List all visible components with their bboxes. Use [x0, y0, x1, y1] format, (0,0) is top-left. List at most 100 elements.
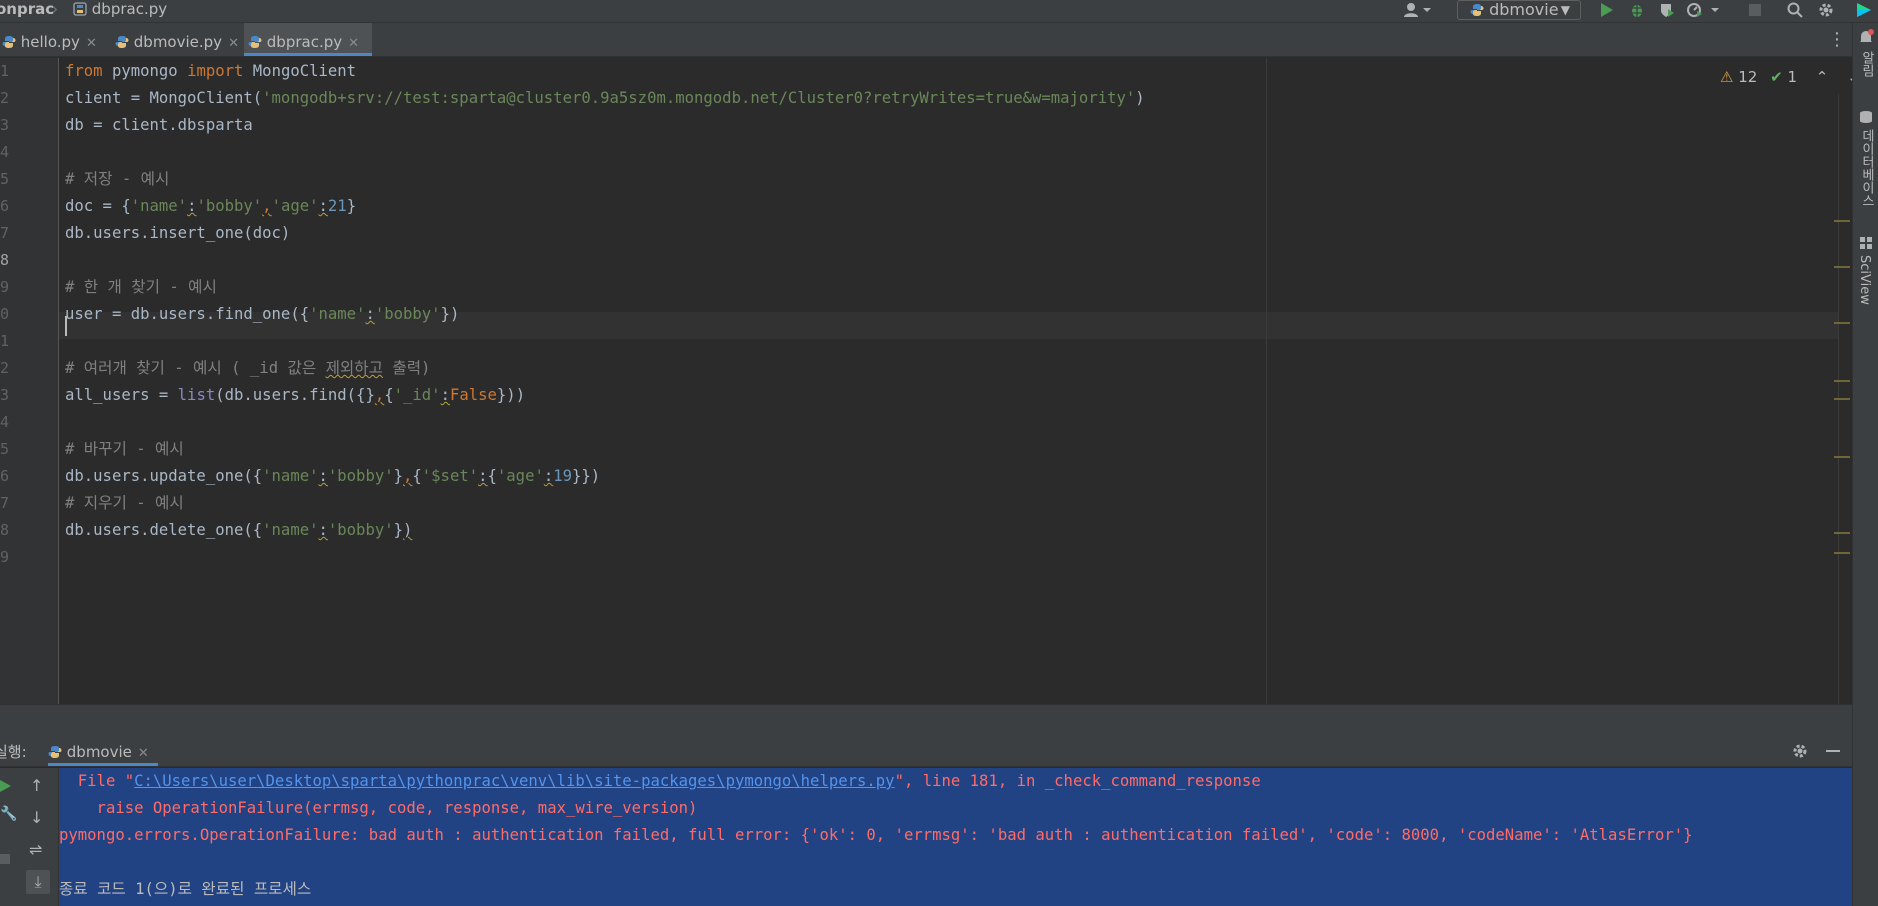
scroll-up-icon[interactable]: ↑	[30, 776, 43, 795]
navigation-bar: onprac › dbprac.py dbmovie ▼	[0, 0, 1878, 23]
line-number: 2	[0, 359, 10, 377]
console-line-1: File "C:\Users\user\Desktop\sparta\pytho…	[59, 772, 1261, 790]
line-number: 7	[0, 224, 10, 242]
search-button[interactable]	[1783, 0, 1807, 20]
error-stripe-marker[interactable]	[1834, 552, 1850, 554]
wrench-icon[interactable]: 🔧	[0, 806, 17, 822]
tab-label: dbmovie.py	[133, 33, 223, 51]
database-icon	[1859, 109, 1873, 128]
line-number: 8	[0, 521, 10, 539]
tab-hello-py[interactable]: hello.py ✕	[0, 23, 104, 56]
breadcrumb-file-label: dbprac.py	[91, 0, 168, 18]
line-number: 4	[0, 143, 10, 161]
rerun-button[interactable]	[0, 778, 12, 797]
error-stripe-marker[interactable]	[1834, 532, 1850, 534]
scroll-down-icon[interactable]: ↓	[30, 808, 43, 827]
debug-button[interactable]	[1625, 0, 1649, 20]
logo-icon	[1857, 3, 1871, 17]
code-editor[interactable]: 1 2 3 4 5 6 7 8 9 0 1 2 3 4 5 6 7 8 9 fr…	[0, 58, 1860, 704]
stop-button[interactable]	[1743, 0, 1767, 20]
code-line-19: db.users.delete_one({'name':'bobby'})	[65, 521, 413, 539]
tab-dbprac-py[interactable]: dbprac.py ✕	[244, 23, 372, 56]
run-button[interactable]	[1595, 0, 1619, 20]
run-panel-settings-button[interactable]	[1792, 743, 1808, 763]
run-tab-dbmovie[interactable]: dbmovie ✕	[48, 737, 158, 766]
code-line-13: all_users = list(db.users.find({},{'_id'…	[65, 386, 526, 404]
error-stripe-marker[interactable]	[1834, 398, 1850, 400]
tab-dbmovie-py[interactable]: dbmovie.py ✕	[112, 23, 240, 56]
code-line-10: user = db.users.find_one({'name':'bobby'…	[65, 305, 460, 323]
line-number-gutter: 1 2 3 4 5 6 7 8 9 0 1 2 3 4 5 6 7 8 9	[0, 58, 59, 704]
python-icon	[48, 746, 62, 758]
jetbrains-logo-button[interactable]	[1852, 0, 1876, 20]
python-file-icon	[2, 36, 16, 48]
close-icon[interactable]: ✕	[228, 36, 239, 51]
python-file-icon	[248, 36, 262, 48]
notifications-button[interactable]	[1858, 29, 1874, 49]
stop-icon[interactable]	[0, 854, 10, 864]
breadcrumb-project[interactable]: onprac	[0, 0, 54, 22]
line-number-current: 8	[0, 251, 10, 269]
bell-icon	[1860, 29, 1874, 42]
line-number: 5	[0, 440, 10, 458]
traceback-file-link[interactable]: C:\Users\user\Desktop\sparta\pythonprac\…	[134, 772, 894, 790]
database-panel-label[interactable]: 데이터베이스	[1857, 129, 1876, 207]
console-output[interactable]: File "C:\Users\user\Desktop\sparta\pytho…	[59, 768, 1852, 906]
scroll-to-end-icon[interactable]: ⤓	[26, 870, 50, 894]
console-line-exit: 종료 코드 1(으)로 완료된 프로세스	[59, 880, 312, 898]
coverage-button[interactable]	[1655, 0, 1679, 20]
more-tabs-icon[interactable]: ⋮	[1828, 29, 1846, 50]
line-number: 6	[0, 467, 10, 485]
shield-run-icon	[1661, 4, 1674, 17]
python-icon	[1470, 4, 1484, 16]
line-number: 3	[0, 116, 10, 134]
tab-label: dbprac.py	[266, 33, 343, 51]
warning-icon: ⚠	[1720, 68, 1734, 86]
line-number: 2	[0, 89, 10, 107]
profiler-icon	[1687, 3, 1719, 17]
line-number: 7	[0, 494, 10, 512]
panel-splitter[interactable]	[0, 704, 1852, 737]
right-tool-strip: 알림 데이터베이스 SciView	[1852, 23, 1878, 906]
sciview-panel-label[interactable]: SciView	[1857, 255, 1872, 305]
warning-count: 12	[1738, 68, 1758, 86]
gear-icon	[1793, 744, 1807, 758]
profile-button[interactable]	[1685, 0, 1725, 20]
error-stripe-marker[interactable]	[1834, 456, 1850, 458]
line-number: 9	[0, 278, 10, 296]
inspection-widget[interactable]: ⚠ 12 ✔ 1 ⌃ ⌄	[1720, 68, 1860, 88]
error-stripe-marker[interactable]	[1834, 220, 1850, 222]
breadcrumb-file[interactable]: dbprac.py	[73, 0, 167, 22]
run-configuration-selector[interactable]: dbmovie ▼	[1457, 0, 1581, 20]
run-icon	[0, 780, 11, 792]
line-number: 1	[0, 332, 10, 350]
code-line-3: db = client.dbsparta	[65, 116, 253, 134]
code-line-1: from pymongo import MongoClient	[65, 62, 357, 80]
previous-highlight-icon[interactable]: ⌃	[1816, 68, 1829, 86]
user-account-button[interactable]	[1402, 0, 1434, 20]
check-icon: ✔	[1770, 68, 1783, 86]
error-stripe-marker[interactable]	[1834, 322, 1850, 324]
console-line-3: pymongo.errors.OperationFailure: bad aut…	[59, 826, 1693, 844]
run-panel-header: 실행: dbmovie ✕	[0, 737, 1852, 767]
close-icon[interactable]: ✕	[348, 36, 359, 51]
minimize-icon[interactable]	[1826, 750, 1840, 752]
error-stripe-marker[interactable]	[1834, 266, 1850, 268]
line-number: 6	[0, 197, 10, 215]
run-tab-label: dbmovie	[66, 743, 132, 761]
close-icon[interactable]: ✕	[138, 746, 149, 761]
run-icon	[1601, 3, 1613, 17]
breadcrumb-separator: ›	[52, 0, 58, 18]
run-panel-label: 실행:	[0, 743, 27, 761]
close-icon[interactable]: ✕	[86, 36, 97, 51]
settings-button[interactable]	[1814, 0, 1838, 20]
code-line-15: # 바꾸기 - 예시	[65, 440, 184, 458]
line-number: 5	[0, 170, 10, 188]
python-file-icon	[115, 36, 129, 48]
soft-wrap-icon[interactable]: ⇌	[29, 840, 42, 859]
console-line-2: raise OperationFailure(errmsg, code, res…	[59, 799, 698, 817]
ok-count: 1	[1787, 68, 1798, 86]
error-stripe-marker[interactable]	[1834, 380, 1850, 382]
editor-tab-bar: hello.py ✕ dbmovie.py ✕ dbprac.py ✕ ⋮	[0, 23, 1878, 57]
notifications-panel-label[interactable]: 알림	[1857, 51, 1876, 77]
